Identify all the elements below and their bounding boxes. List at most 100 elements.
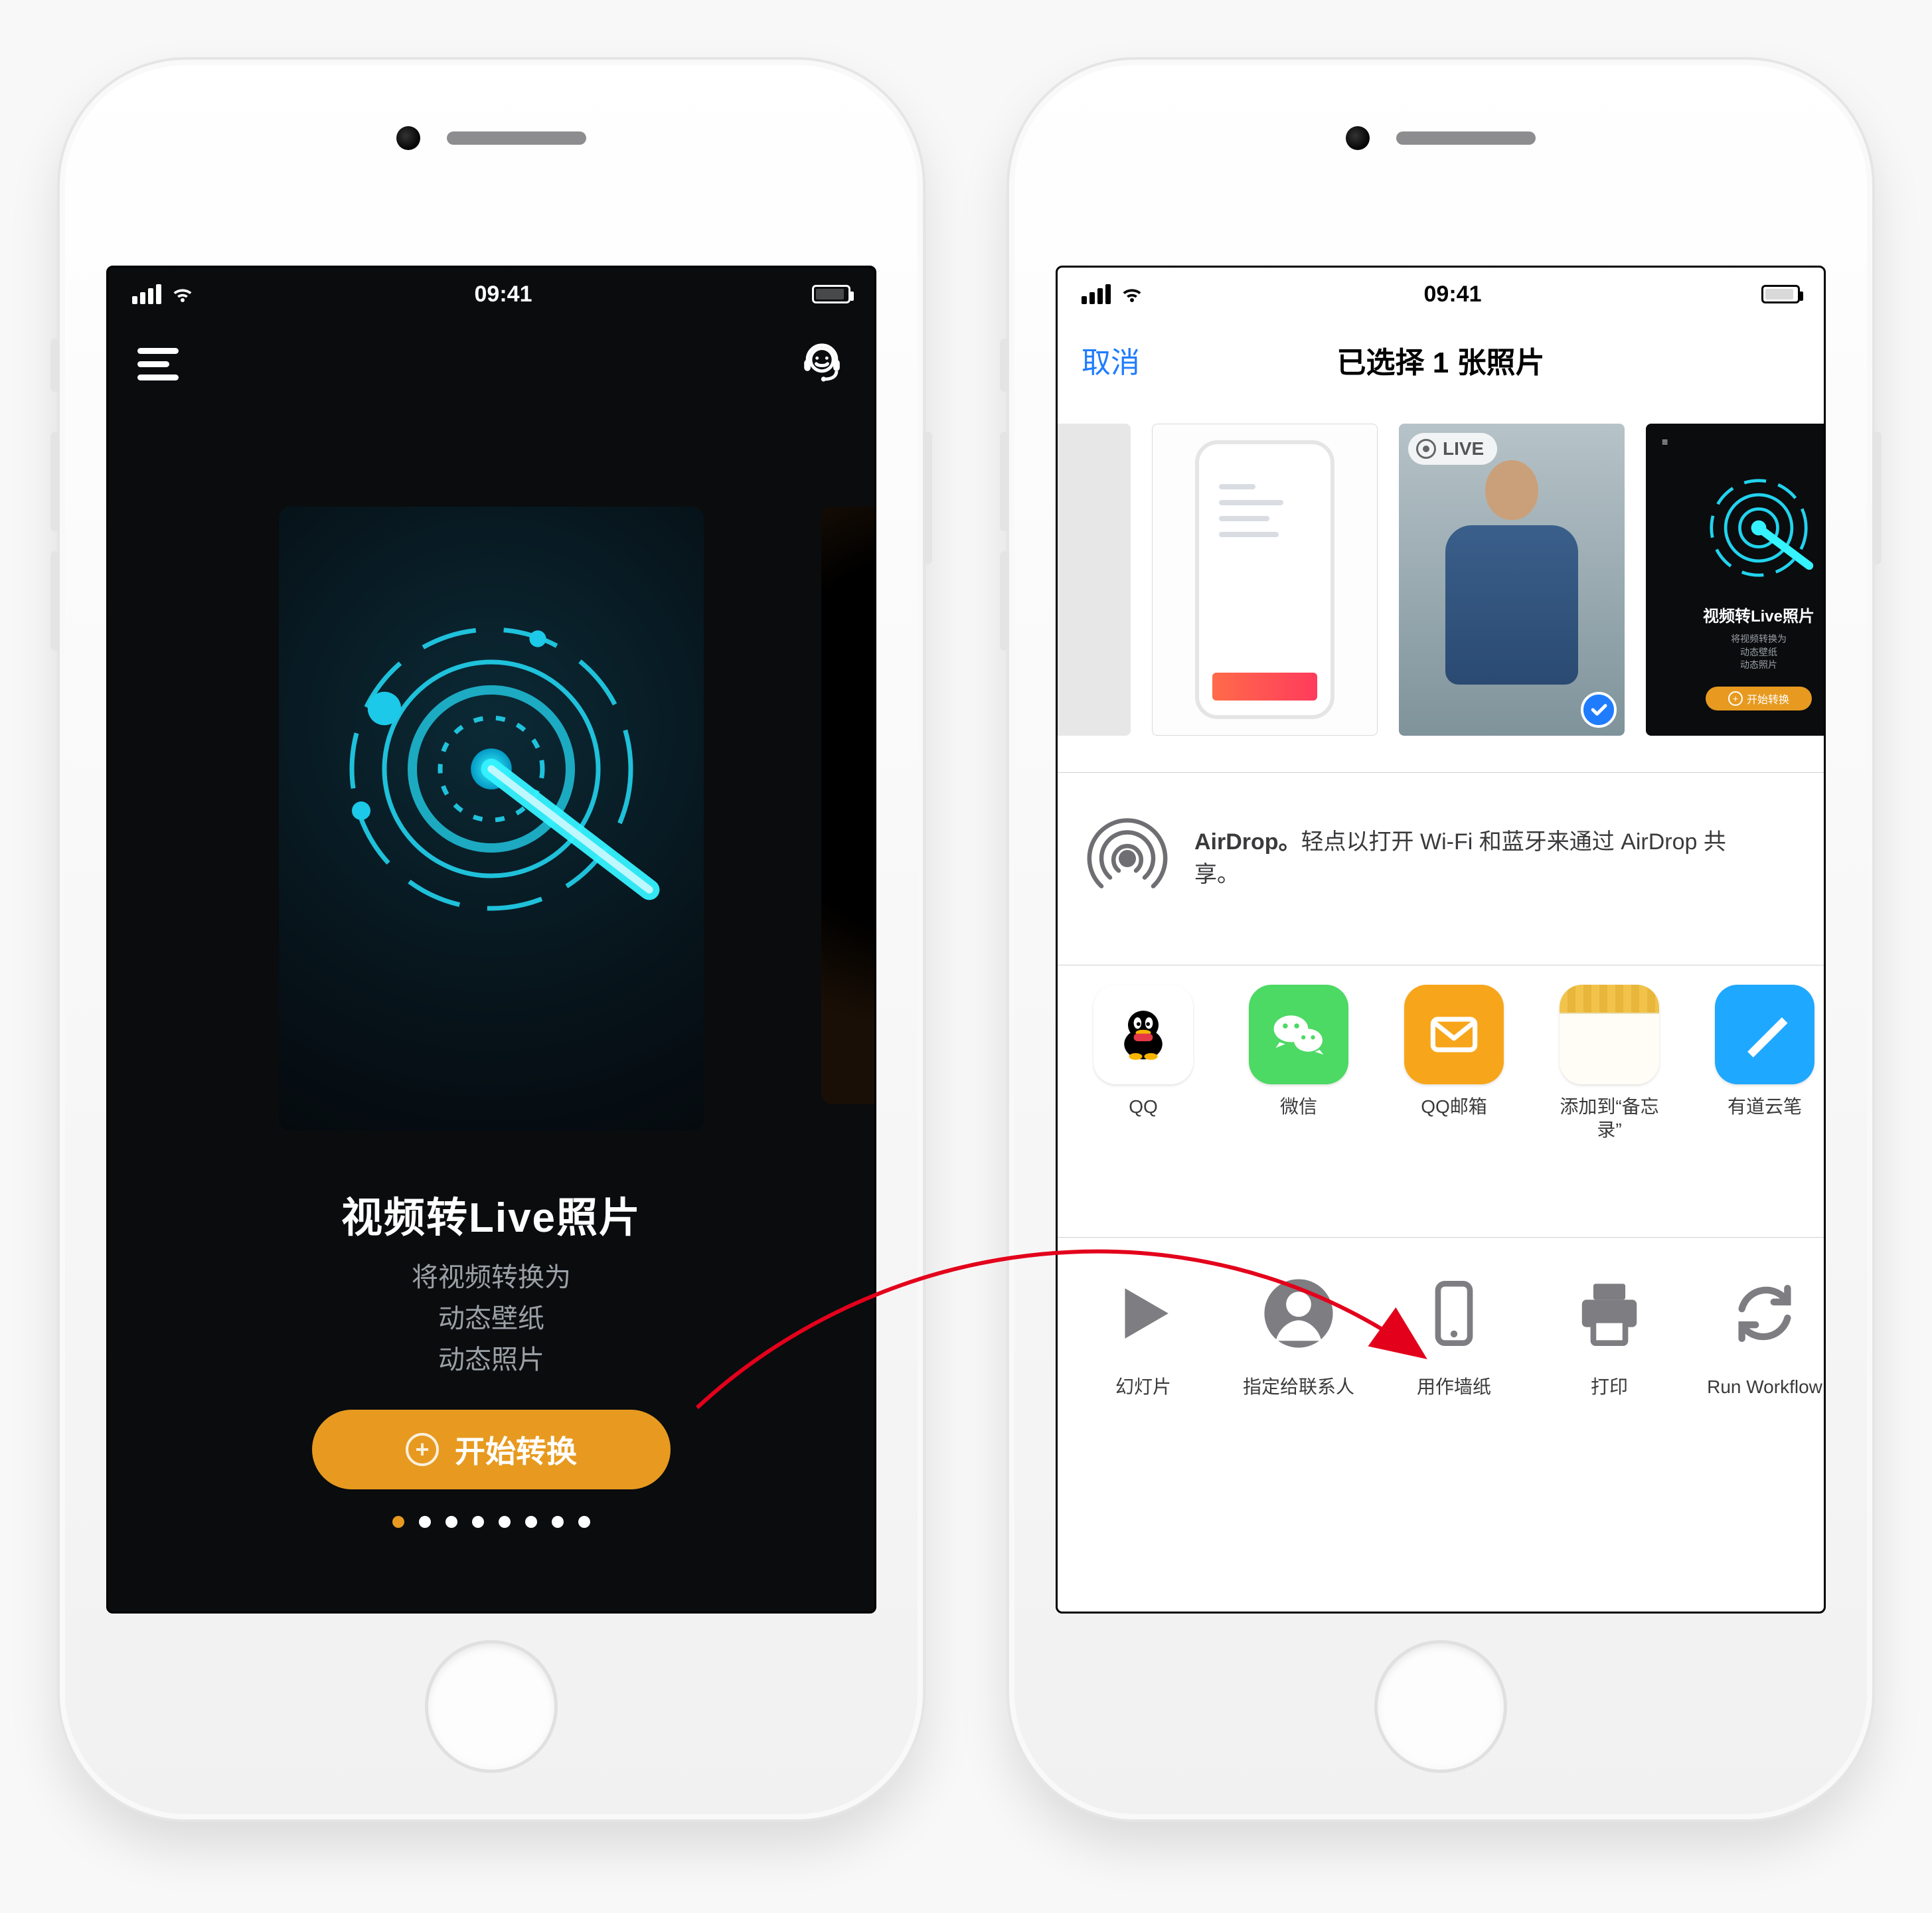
feature-title: 视频转Live照片 [108, 1184, 874, 1244]
page-dot[interactable] [525, 1516, 537, 1528]
page-dot[interactable] [392, 1516, 404, 1528]
contact-icon [1249, 1264, 1348, 1363]
volume-up [1000, 432, 1009, 531]
thumbnail-3[interactable]: ≡ ☺ 视频转L [1646, 424, 1826, 736]
live-ring-icon [1416, 439, 1436, 459]
share-label: 有道云笔 [1706, 1095, 1824, 1118]
youdao-icon [1715, 985, 1814, 1084]
stage: 09:41 [0, 0, 1932, 1913]
support-icon[interactable] [796, 339, 848, 390]
hero-carousel[interactable] [108, 487, 874, 1151]
action-assign-contact[interactable]: 指定给联系人 [1240, 1264, 1358, 1398]
app-header [108, 325, 874, 404]
device-frame-left: 09:41 [60, 60, 923, 1819]
cancel-button[interactable]: 取消 [1082, 339, 1140, 381]
action-label: 打印 [1550, 1375, 1668, 1398]
airdrop-row[interactable]: AirDrop。轻点以打开 Wi-Fi 和蓝牙来通过 AirDrop 共享。 [1058, 779, 1824, 938]
mini-phone-icon [1195, 440, 1334, 719]
airdrop-icon [1084, 815, 1170, 902]
hud-graphic-icon [305, 583, 677, 955]
share-app-wechat[interactable]: 微信 [1240, 985, 1358, 1118]
plus-icon: + [406, 1433, 439, 1466]
share-label: QQ [1084, 1095, 1202, 1118]
airdrop-text: AirDrop。轻点以打开 Wi-Fi 和蓝牙来通过 AirDrop 共享。 [1194, 826, 1739, 892]
mute-switch [50, 339, 60, 392]
volume-up [50, 432, 60, 531]
page-dot[interactable] [419, 1516, 431, 1528]
status-bar: 09:41 [1058, 268, 1824, 321]
hero-card-next [821, 507, 876, 1104]
sensor-bar [1346, 126, 1536, 150]
app-screen: 09:41 [106, 266, 876, 1614]
battery-icon [812, 285, 850, 303]
qq-icon [1093, 985, 1193, 1084]
status-time: 09:41 [475, 282, 532, 307]
action-print[interactable]: 打印 [1550, 1264, 1668, 1398]
mute-switch [1000, 339, 1009, 392]
share-label: 添加到“备忘录” [1550, 1095, 1668, 1141]
mini-sub: 将视频转换为 动态壁纸 动态照片 [1658, 633, 1826, 672]
live-badge-text: LIVE [1443, 438, 1484, 459]
power-button [1872, 432, 1882, 564]
front-camera-icon [396, 126, 420, 150]
signal-icon [1082, 284, 1111, 304]
menu-button[interactable] [135, 348, 181, 381]
front-camera-icon [1346, 126, 1370, 150]
status-time: 09:41 [1424, 282, 1482, 307]
share-app-qq[interactable]: QQ [1084, 985, 1202, 1118]
earpiece-speaker [1396, 131, 1536, 145]
qqmail-icon [1404, 985, 1504, 1084]
status-bar: 09:41 [108, 268, 874, 321]
print-icon [1560, 1264, 1659, 1363]
home-button[interactable] [1374, 1640, 1507, 1773]
nav-title: 已选择 1 张照片 [1337, 339, 1545, 381]
share-sheet-screen: 09:41 取消 已选择 1 张照片 [1056, 266, 1826, 1614]
selected-check-icon [1581, 692, 1617, 728]
action-run-workflow[interactable]: Run Workflow [1706, 1264, 1824, 1398]
home-button[interactable] [425, 1640, 558, 1773]
start-convert-button[interactable]: + 开始转换 [312, 1410, 671, 1489]
action-label: Run Workflow [1706, 1375, 1824, 1398]
share-apps-row[interactable]: QQ 微信 QQ邮箱 [1058, 985, 1824, 1210]
wechat-icon [1249, 985, 1348, 1084]
thumbnail-1[interactable] [1152, 424, 1378, 736]
thumbnail-row[interactable]: LIVE ≡ ☺ [1058, 407, 1824, 752]
divider [1058, 772, 1824, 773]
battery-icon [1761, 285, 1800, 303]
thumbnail-peek[interactable] [1056, 424, 1131, 736]
wifi-icon [1120, 282, 1144, 306]
action-wallpaper[interactable]: 用作墙纸 [1395, 1264, 1513, 1398]
page-dot[interactable] [499, 1516, 511, 1528]
mini-cta: 开始转换 [1706, 687, 1812, 710]
volume-down [50, 551, 60, 651]
mini-menu-icon: ≡ [1662, 437, 1666, 449]
airdrop-label: AirDrop。 [1194, 829, 1301, 855]
page-dot[interactable] [445, 1516, 457, 1528]
workflow-icon [1715, 1264, 1814, 1363]
mini-hud-icon [1658, 465, 1826, 591]
nav-bar: 取消 已选择 1 张照片 [1058, 323, 1824, 396]
earpiece-speaker [447, 131, 586, 145]
page-dot[interactable] [552, 1516, 564, 1528]
subtitle-line: 动态壁纸 [108, 1298, 874, 1339]
page-dot[interactable] [578, 1516, 590, 1528]
page-dot[interactable] [472, 1516, 484, 1528]
feature-subtitle: 将视频转换为 动态壁纸 动态照片 [108, 1257, 874, 1380]
sensor-bar [396, 126, 586, 150]
thumbnail-2-selected[interactable]: LIVE [1399, 424, 1625, 736]
wallpaper-icon [1404, 1264, 1504, 1363]
person-silhouette-icon [1445, 460, 1578, 699]
volume-down [1000, 551, 1009, 651]
power-button [923, 432, 932, 564]
action-slideshow[interactable]: 幻灯片 [1084, 1264, 1202, 1398]
actions-row[interactable]: 幻灯片 指定给联系人 用作墙纸 打印 Run Workflow [1058, 1264, 1824, 1503]
action-label: 指定给联系人 [1240, 1375, 1358, 1398]
mini-title: 视频转Live照片 [1658, 603, 1826, 626]
share-app-youdao[interactable]: 有道云笔 [1706, 985, 1824, 1118]
cta-label: 开始转换 [455, 1428, 577, 1471]
wifi-icon [171, 282, 195, 306]
notes-icon [1560, 985, 1659, 1084]
share-app-qqmail[interactable]: QQ邮箱 [1395, 985, 1513, 1118]
share-app-notes[interactable]: 添加到“备忘录” [1550, 985, 1668, 1141]
action-label: 用作墙纸 [1395, 1375, 1513, 1398]
